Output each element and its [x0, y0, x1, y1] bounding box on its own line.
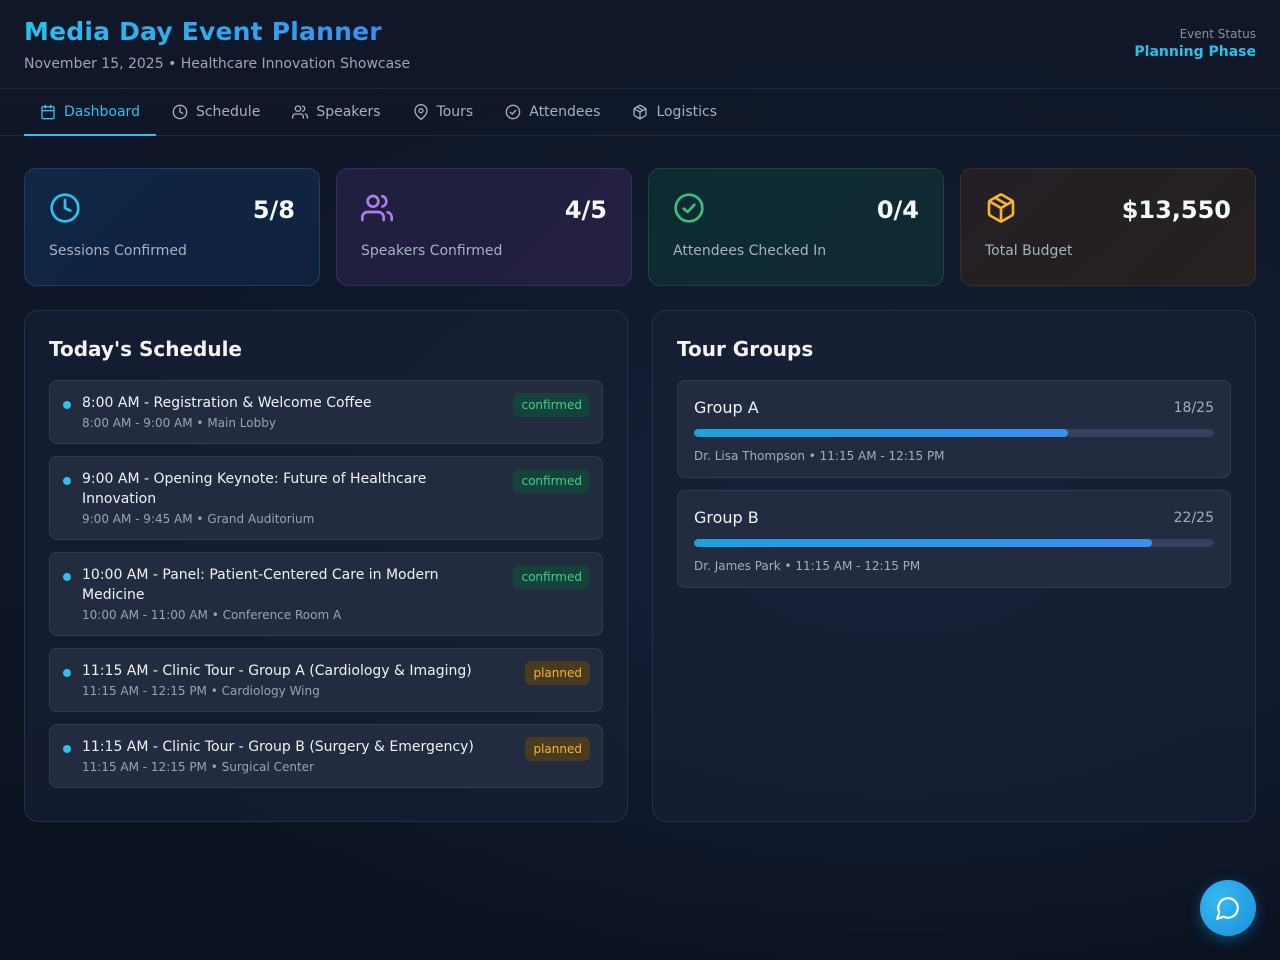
stat-card-sessions: 5/8 Sessions Confirmed [24, 168, 320, 286]
schedule-item-title: 9:00 AM - Opening Keynote: Future of Hea… [82, 471, 427, 507]
schedule-item-meta: 9:00 AM - 9:45 AM • Grand Auditorium [82, 512, 315, 526]
tour-group-card[interactable]: Group A 18/25 Dr. Lisa Thompson • 11:15 … [677, 380, 1231, 478]
tab-logistics[interactable]: Logistics [616, 89, 733, 135]
tour-groups-panel-title: Tour Groups [677, 337, 814, 361]
tour-group-meta: Dr. Lisa Thompson • 11:15 AM - 12:15 PM [694, 449, 945, 463]
status-badge: confirmed [513, 469, 590, 493]
stat-card-budget: $13,550 Total Budget [960, 168, 1256, 286]
schedule-panel-title: Today's Schedule [49, 337, 242, 361]
event-subtitle: November 15, 2025 • Healthcare Innovatio… [24, 56, 411, 72]
tour-groups-panel: Tour Groups Group A 18/25 Dr. Lisa Thomp… [652, 310, 1256, 822]
tab-dashboard[interactable]: Dashboard [24, 89, 156, 136]
capacity-progress-bar [694, 539, 1214, 547]
stat-value: 4/5 [564, 196, 607, 224]
stat-value: $13,550 [1121, 196, 1231, 224]
check-circle-icon [505, 104, 521, 120]
status-badge: confirmed [513, 393, 590, 417]
status-badge: confirmed [513, 565, 590, 589]
users-icon [361, 192, 393, 228]
schedule-item-meta: 11:15 AM - 12:15 PM • Cardiology Wing [82, 684, 320, 698]
main-tabs: Dashboard Schedule Speakers Tours Attend… [0, 88, 1280, 136]
schedule-item-meta: 8:00 AM - 9:00 AM • Main Lobby [82, 416, 276, 430]
stat-card-attendees: 0/4 Attendees Checked In [648, 168, 944, 286]
tour-group-name: Group B [694, 508, 759, 527]
schedule-item[interactable]: 11:15 AM - Clinic Tour - Group A (Cardio… [49, 648, 603, 712]
stat-label: Total Budget [985, 243, 1073, 259]
tab-label: Schedule [195, 104, 261, 120]
box-icon [633, 104, 648, 120]
tab-label: Logistics [656, 104, 717, 120]
schedule-item[interactable]: 8:00 AM - Registration & Welcome Coffee … [49, 380, 603, 444]
stat-value: 0/4 [876, 196, 919, 224]
capacity-progress-fill [694, 539, 1152, 547]
event-status-label: Event Status [1179, 27, 1256, 41]
schedule-item[interactable]: 9:00 AM - Opening Keynote: Future of Hea… [49, 456, 603, 540]
tour-group-name: Group A [694, 398, 759, 417]
clock-icon [172, 104, 188, 120]
tour-group-count: 22/25 [1173, 509, 1214, 526]
schedule-item[interactable]: 11:15 AM - Clinic Tour - Group B (Surger… [49, 724, 603, 788]
check-circle-icon [673, 192, 705, 228]
tab-speakers[interactable]: Speakers [276, 89, 396, 135]
status-badge: planned [525, 737, 590, 761]
calendar-icon [41, 104, 55, 120]
tab-label: Attendees [529, 104, 601, 120]
stat-value: 5/8 [252, 196, 295, 224]
capacity-progress-bar [694, 429, 1214, 437]
chat-button[interactable] [1200, 880, 1256, 936]
schedule-item-title: 11:15 AM - Clinic Tour - Group A (Cardio… [82, 663, 472, 679]
app-header: Media Day Event Planner November 15, 202… [0, 0, 1280, 88]
schedule-item-meta: 10:00 AM - 11:00 AM • Conference Room A [82, 608, 342, 622]
bullet-dot [63, 401, 71, 409]
schedule-item-title: 11:15 AM - Clinic Tour - Group B (Surger… [82, 739, 474, 755]
status-badge: planned [525, 661, 590, 685]
tour-group-meta: Dr. James Park • 11:15 AM - 12:15 PM [694, 559, 921, 573]
event-status-value: Planning Phase [1134, 44, 1256, 60]
stat-label: Attendees Checked In [673, 243, 827, 259]
tab-tours[interactable]: Tours [397, 89, 490, 135]
users-icon [292, 105, 309, 119]
schedule-list: 8:00 AM - Registration & Welcome Coffee … [49, 380, 603, 788]
tour-group-list: Group A 18/25 Dr. Lisa Thompson • 11:15 … [677, 380, 1231, 588]
schedule-panel: Today's Schedule 8:00 AM - Registration … [24, 310, 628, 822]
tour-group-count: 18/25 [1173, 399, 1214, 416]
tab-label: Speakers [316, 104, 381, 120]
map-pin-icon [413, 104, 428, 120]
tour-group-card[interactable]: Group B 22/25 Dr. James Park • 11:15 AM … [677, 490, 1231, 588]
capacity-progress-fill [694, 429, 1069, 437]
tab-label: Dashboard [64, 104, 140, 120]
chat-bubble-icon [1216, 897, 1239, 920]
box-icon [985, 192, 1017, 228]
tab-label: Tours [436, 104, 474, 120]
stat-label: Speakers Confirmed [361, 243, 503, 259]
schedule-item-meta: 11:15 AM - 12:15 PM • Surgical Center [82, 760, 314, 774]
bullet-dot [63, 477, 71, 485]
app-title: Media Day Event Planner [24, 18, 410, 46]
panels-row: Today's Schedule 8:00 AM - Registration … [0, 286, 1280, 822]
event-status: Event Status Planning Phase [1134, 18, 1256, 60]
schedule-item-title: 8:00 AM - Registration & Welcome Coffee [82, 395, 372, 411]
tab-attendees[interactable]: Attendees [489, 89, 616, 135]
bullet-dot [63, 669, 71, 677]
stat-card-speakers: 4/5 Speakers Confirmed [336, 168, 632, 286]
clock-icon [49, 192, 81, 228]
tab-schedule[interactable]: Schedule [156, 89, 276, 135]
schedule-item[interactable]: 10:00 AM - Panel: Patient-Centered Care … [49, 552, 603, 636]
stat-label: Sessions Confirmed [49, 243, 187, 259]
schedule-item-title: 10:00 AM - Panel: Patient-Centered Care … [82, 567, 439, 603]
header-left: Media Day Event Planner November 15, 202… [24, 18, 411, 73]
bullet-dot [63, 573, 71, 581]
bullet-dot [63, 745, 71, 753]
stats-row: 5/8 Sessions Confirmed 4/5 Speakers Conf… [0, 136, 1280, 286]
